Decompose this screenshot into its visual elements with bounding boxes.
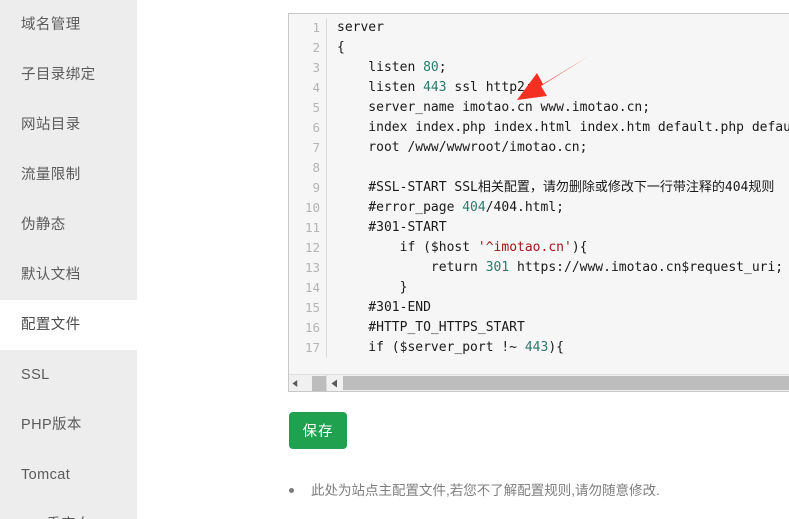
main-content: 1 2 3 4 5 6 7 8 9 10 11 12 13 14 15 16 17 server{ listen… bbox=[137, 0, 789, 519]
sidebar-item-label: 配置文件 bbox=[21, 317, 81, 333]
code-number-token: 443 bbox=[524, 340, 549, 355]
sidebar-item-label: 子目录绑定 bbox=[21, 67, 96, 83]
code-string-token: '^imotao.cn' bbox=[477, 240, 572, 255]
editor-code-area: 1 2 3 4 5 6 7 8 9 10 11 12 13 14 15 16 17 server{ listen… bbox=[289, 18, 789, 358]
editor-viewport[interactable]: 1 2 3 4 5 6 7 8 9 10 11 12 13 14 15 16 17 server{ listen… bbox=[289, 14, 789, 374]
horizontal-scroll-thumb[interactable] bbox=[343, 376, 789, 390]
line-number: 15 bbox=[304, 300, 320, 315]
line-number: 16 bbox=[304, 320, 320, 335]
line-number: 8 bbox=[312, 160, 320, 175]
code-line: #HTTP_TO_HTTPS_START bbox=[337, 320, 525, 335]
sidebar-item-8[interactable]: PHP版本 bbox=[0, 400, 137, 450]
code-line: if ($host '^imotao.cn'){ bbox=[337, 240, 588, 255]
code-text[interactable]: server { listen 80; listen 443 ssl http2;… bbox=[327, 18, 789, 358]
code-number-token: 301 bbox=[485, 260, 510, 275]
code-line: server bbox=[337, 20, 384, 35]
code-line: #error_page 404/404.html; bbox=[337, 200, 564, 215]
gutter-scroll-thumb[interactable] bbox=[312, 375, 326, 391]
sidebar-item-6[interactable]: 配置文件 bbox=[0, 300, 137, 350]
line-number: 3 bbox=[312, 60, 320, 75]
save-button[interactable]: 保存 bbox=[289, 412, 347, 449]
line-number: 4 bbox=[312, 80, 320, 95]
sidebar-item-label: 域名管理 bbox=[21, 17, 81, 33]
code-number-token: 80 bbox=[423, 60, 439, 75]
sidebar-item-label: PHP版本 bbox=[21, 417, 82, 433]
line-number: 14 bbox=[304, 280, 320, 295]
code-line: root /www/wwwroot/imotao.cn; bbox=[337, 140, 588, 155]
config-file-editor[interactable]: 1 2 3 4 5 6 7 8 9 10 11 12 13 14 15 16 17 server{ listen… bbox=[288, 13, 789, 392]
sidebar-item-7[interactable]: SSL bbox=[0, 350, 137, 400]
caret-left-icon[interactable] bbox=[331, 379, 338, 388]
line-number: 2 bbox=[312, 40, 320, 55]
code-line: index index.php index.html index.htm def… bbox=[368, 120, 789, 135]
sidebar-item-2[interactable]: 网站目录 bbox=[0, 100, 137, 150]
bullet-icon bbox=[289, 488, 294, 493]
line-number: 7 bbox=[312, 140, 320, 155]
sidebar-item-label: 流量限制 bbox=[21, 167, 81, 183]
sidebar-item-3[interactable]: 流量限制 bbox=[0, 150, 137, 200]
line-number: 17 bbox=[304, 340, 320, 355]
code-number-token: 443 bbox=[423, 80, 447, 95]
sidebar-item-1[interactable]: 子目录绑定 bbox=[0, 50, 137, 100]
line-number: 6 bbox=[312, 120, 320, 135]
line-number: 10 bbox=[304, 200, 320, 215]
sidebar-item-5[interactable]: 默认文档 bbox=[0, 250, 137, 300]
gutter-horizontal-scrollbar[interactable] bbox=[289, 375, 327, 391]
code-line: listen 443 ssl http2; bbox=[337, 80, 533, 95]
code-line: listen 80; bbox=[337, 60, 447, 75]
caret-left-icon[interactable] bbox=[292, 379, 298, 388]
code-line: #301-END bbox=[337, 300, 431, 315]
sidebar-item-label: Tomcat bbox=[21, 467, 71, 483]
sidebar-item-9[interactable]: Tomcat bbox=[0, 450, 137, 500]
sidebar-item-4[interactable]: 伪静态 bbox=[0, 200, 137, 250]
sidebar-item-label: SSL bbox=[21, 367, 50, 383]
code-line: server_name imotao.cn www.imotao.cn; bbox=[337, 100, 651, 115]
code-line: if ($server_port !~ 443){ bbox=[337, 340, 564, 355]
code-horizontal-scrollbar[interactable] bbox=[327, 375, 789, 391]
line-number: 11 bbox=[304, 220, 320, 235]
line-number: 5 bbox=[312, 100, 320, 115]
sidebar-nav: 域名管理子目录绑定网站目录流量限制伪静态默认文档配置文件 SSL PHP版本 Tomc… bbox=[0, 0, 137, 519]
sidebar-item-label: 伪静态 bbox=[21, 217, 66, 233]
line-number: 9 bbox=[312, 180, 320, 195]
sidebar-item-0[interactable]: 域名管理 bbox=[0, 0, 137, 50]
editor-horizontal-scrollbar-row[interactable] bbox=[289, 374, 789, 391]
sidebar-item-label: 默认文档 bbox=[21, 267, 81, 283]
line-number-gutter: 1 2 3 4 5 6 7 8 9 10 11 12 13 14 15 16 17 bbox=[289, 18, 327, 358]
code-number-token: 404 bbox=[462, 200, 486, 215]
line-number: 1 bbox=[312, 20, 320, 35]
line-number: 12 bbox=[304, 240, 320, 255]
page-root: 域名管理子目录绑定网站目录流量限制伪静态默认文档配置文件 SSL PHP版本 Tomc… bbox=[0, 0, 789, 519]
line-number: 13 bbox=[304, 260, 320, 275]
code-line: #301-START bbox=[337, 220, 447, 235]
code-line: return 301 https://www.imotao.cn$request… bbox=[337, 260, 784, 275]
editor-note: 此处为站点主配置文件,若您不了解配置规则,请勿随意修改. bbox=[289, 481, 660, 500]
code-line: #SSL-START SSL相关配置，请勿删除或修改下一行带注释的404规则 bbox=[337, 180, 775, 195]
note-text: 此处为站点主配置文件,若您不了解配置规则,请勿随意修改. bbox=[311, 483, 660, 498]
code-line: } bbox=[337, 280, 408, 295]
sidebar-item-label: 网站目录 bbox=[21, 117, 81, 133]
code-line: { bbox=[337, 40, 345, 55]
sidebar-item-10[interactable]: 301重定向 bbox=[0, 500, 137, 519]
